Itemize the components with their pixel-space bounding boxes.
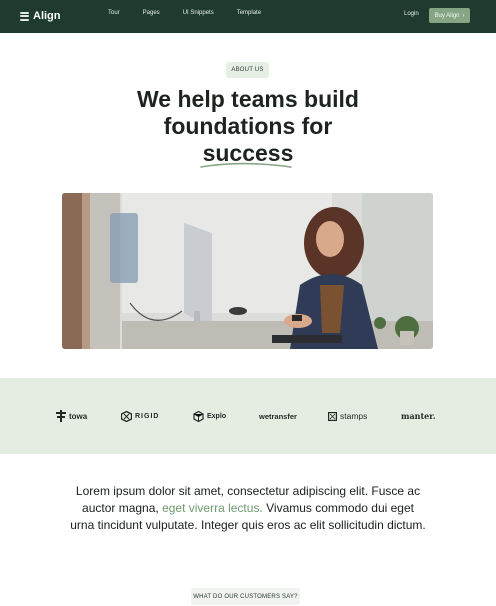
about-text-accent: eget viverra lectus. — [162, 501, 263, 515]
hero-title-line-1: We help teams build — [137, 86, 359, 112]
logo-rigid: RIGID — [121, 409, 159, 423]
login-link[interactable]: Login — [404, 11, 419, 17]
about-paragraph: Lorem ipsum dolor sit amet, consectetur … — [70, 483, 426, 534]
nav-link-pages[interactable]: Pages — [143, 10, 160, 16]
rigid-icon — [121, 410, 132, 422]
hero-title: We help teams build foundations for succ… — [118, 86, 378, 167]
underline-squiggle-icon — [200, 162, 292, 168]
towa-icon — [56, 410, 66, 422]
logo-towa-text: towa — [69, 411, 88, 421]
buy-button-label: Buy Align — [434, 12, 460, 19]
logo-stamps: stamps — [328, 409, 367, 423]
logo-wetransfer-text: wetransfer — [259, 411, 297, 421]
logo-rigid-text: RIGID — [135, 412, 160, 420]
logo-towa: towa — [56, 409, 87, 423]
brand-logo[interactable]: Align — [20, 8, 61, 24]
logo-manter: manter. — [401, 409, 436, 423]
logo-explo: Explo — [193, 409, 226, 423]
hero-photo — [62, 193, 433, 349]
logo-explo-text: Explo — [207, 412, 227, 420]
buy-align-button[interactable]: Buy Align › — [429, 8, 470, 23]
nav-links: Tour Pages UI Snippets Template — [108, 10, 284, 16]
nav-link-ui-snippets[interactable]: UI Snippets — [183, 10, 214, 16]
chevron-right-icon: › — [462, 12, 465, 19]
logo-wetransfer: wetransfer — [259, 409, 297, 423]
logo-manter-text: manter. — [401, 411, 436, 421]
office-photo-illustration — [62, 193, 433, 349]
stamps-icon — [328, 411, 337, 421]
logo-stamps-text: stamps — [340, 411, 368, 421]
explo-cube-icon — [193, 410, 204, 422]
nav-link-tour[interactable]: Tour — [108, 10, 120, 16]
hero-title-line-2: foundations for — [163, 113, 333, 139]
about-us-badge: ABOUT US — [226, 62, 269, 78]
logo-icon — [20, 11, 29, 21]
logo-text: Align — [33, 10, 61, 22]
top-navbar: Align Tour Pages UI Snippets Template Lo… — [0, 0, 496, 33]
nav-link-template[interactable]: Template — [237, 10, 261, 16]
testimonials-badge: WHAT DO OUR CUSTOMERS SAY? — [191, 588, 300, 605]
